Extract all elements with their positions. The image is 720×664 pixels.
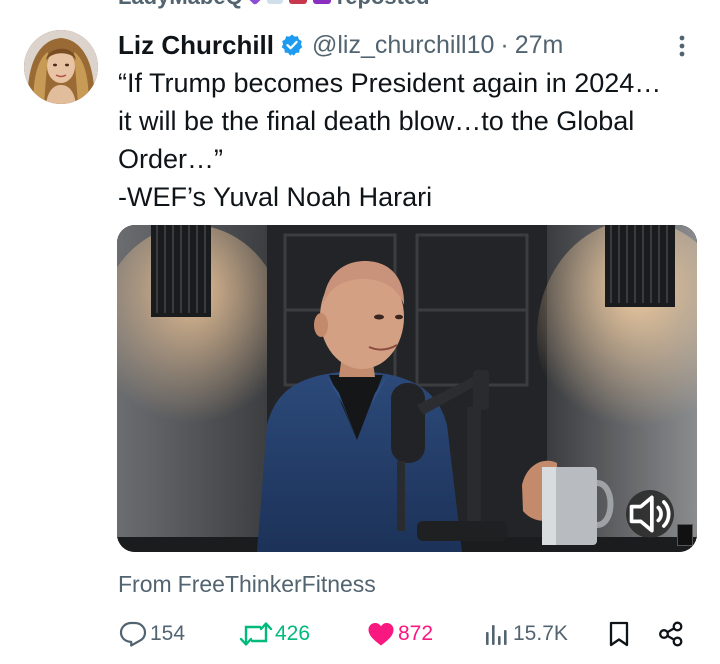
tweet-action-bar: 154 426 872 15.7K [118, 614, 692, 654]
source-account-link[interactable]: FreeThinkerFitness [178, 571, 376, 597]
tweet-text: “If Trump becomes President again in 202… [118, 64, 708, 216]
heart-filled-icon [368, 623, 394, 646]
more-vertical-icon[interactable] [674, 32, 690, 60]
share-button[interactable] [656, 614, 686, 654]
reply-button[interactable]: 154 [118, 614, 185, 654]
repost-icon [239, 622, 273, 646]
source-label: From [118, 571, 172, 597]
share-icon [659, 621, 683, 647]
separator-dot: · [500, 30, 509, 59]
bookmark-button[interactable] [606, 614, 632, 654]
mute-toggle-button[interactable] [626, 490, 674, 538]
repost-button[interactable]: 426 [239, 614, 310, 654]
analytics-bar-icon [486, 625, 507, 645]
emoji-icon [266, 0, 283, 4]
emoji-icon [288, 0, 307, 4]
verified-badge-icon[interactable] [280, 33, 304, 57]
media-source: From FreeThinkerFitness [118, 571, 376, 598]
reposter-name[interactable]: LadyMabeQ [118, 0, 243, 10]
timestamp[interactable]: 27m [515, 31, 564, 60]
repost-banner[interactable]: LadyMabeQ reposted [118, 0, 430, 10]
tweet-video[interactable] [117, 225, 697, 552]
like-count: 872 [398, 622, 434, 645]
display-name[interactable]: Liz Churchill [118, 30, 274, 61]
reply-count: 154 [150, 622, 186, 645]
tweet-text-line: “If Trump becomes President again in 202… [118, 68, 662, 98]
speaker-icon [629, 495, 671, 533]
avatar-image [24, 30, 98, 104]
tweet-text-line: -WEF’s Yuval Noah Harari [118, 182, 433, 212]
watermark-logo [677, 524, 693, 546]
tweet-header: Liz Churchill @liz_churchill10 · 27m [118, 26, 696, 64]
repost-label: reposted [337, 0, 430, 10]
avatar[interactable] [24, 30, 98, 104]
repost-count: 426 [275, 622, 311, 645]
emoji-icon [312, 0, 331, 4]
diamond-emoji-icon [246, 0, 264, 6]
tweet-text-line: Order…” [118, 144, 224, 174]
user-handle[interactable]: @liz_churchill10 [312, 31, 494, 60]
views-button[interactable]: 15.7K [483, 614, 568, 654]
like-button[interactable]: 872 [366, 614, 433, 654]
bookmark-icon [609, 621, 629, 647]
video-frame [117, 225, 697, 552]
tweet-text-line: it will be the final death blow…to the G… [118, 106, 635, 136]
reply-icon [119, 621, 147, 647]
view-count: 15.7K [513, 622, 568, 645]
